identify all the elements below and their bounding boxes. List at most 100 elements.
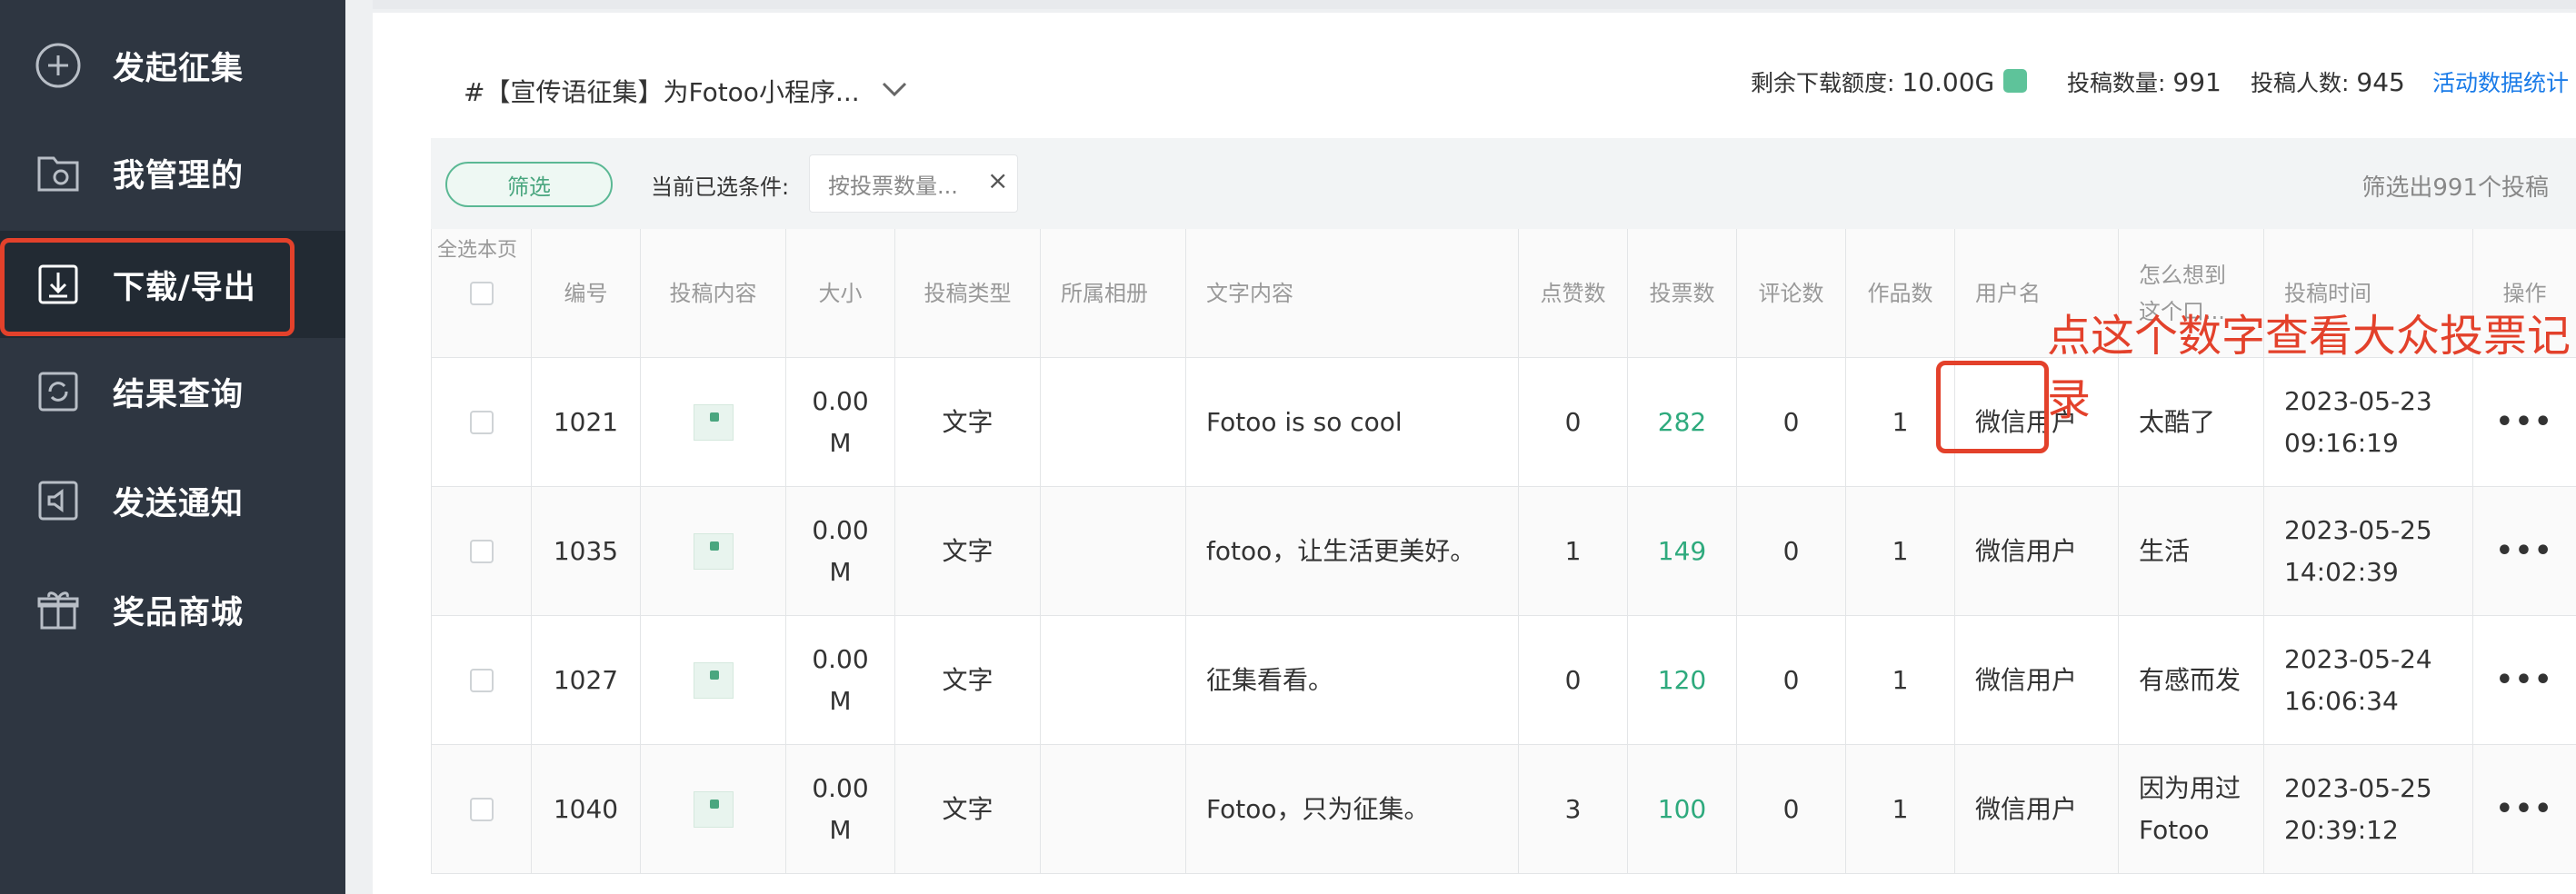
cell-text: 征集看看。 [1185, 616, 1518, 744]
table-row: 1040 0.00 M 文字 Fotoo，只为征集。 3 100 0 1 微信用… [431, 745, 2576, 874]
row-select-cell [431, 487, 531, 615]
row-checkbox[interactable] [469, 539, 494, 563]
cell-idea: 因为用过Fotoo [2118, 745, 2263, 873]
cell-works: 1 [1845, 745, 1954, 873]
chevron-down-icon[interactable] [878, 73, 914, 105]
row-select-cell [431, 358, 531, 486]
thumbnail-image[interactable] [693, 532, 734, 570]
cell-works: 1 [1845, 358, 1954, 486]
column-header: 投稿内容 [640, 229, 785, 357]
gift-icon [33, 584, 84, 635]
table-row [431, 874, 2576, 894]
quota-stat: 剩余下载额度: 10.00G [1751, 65, 1994, 98]
column-header: 所属相册 [1040, 229, 1185, 357]
cell-user: 微信用户 [1954, 616, 2118, 744]
row-checkbox[interactable] [469, 410, 494, 434]
sidebar-item-label: 发起征集 [113, 50, 245, 87]
sidebar: 发起征集 我管理的 下载/导出 结果查询 发送通知 奖品商城 [0, 0, 345, 894]
download-icon [33, 259, 84, 310]
cell-user: 微信用户 [1954, 487, 2118, 615]
sidebar-item-label: 发送通知 [113, 485, 245, 522]
row-select-cell [431, 616, 531, 744]
cell-idea: 生活 [2118, 487, 2263, 615]
column-header: 大小 [785, 229, 894, 357]
current-conditions-label: 当前已选条件: [651, 174, 790, 200]
cell-album [1040, 358, 1185, 486]
cell-text: Fotoo，只为征集。 [1185, 745, 1518, 873]
refresh-icon [33, 366, 84, 417]
sidebar-item-my-managed[interactable]: 我管理的 [0, 119, 345, 226]
plus-circle-icon [33, 40, 84, 91]
sidebar-item-send-notice[interactable]: 发送通知 [0, 447, 345, 554]
column-header: 编号 [531, 229, 640, 357]
sidebar-item-download-export[interactable]: 下载/导出 [0, 231, 345, 338]
sidebar-item-label: 奖品商城 [113, 594, 245, 631]
annotation-text: 点这个数字查看大众投票记录 [2047, 311, 2571, 425]
thumbnail-image[interactable] [693, 403, 734, 441]
close-icon[interactable]: × [987, 165, 1008, 195]
table-row: 1035 0.00 M 文字 fotoo，让生活更美好。 1 149 0 1 微… [431, 487, 2576, 616]
filter-button[interactable]: 筛选 [445, 162, 613, 207]
activity-stats-link[interactable]: 活动数据统计 [2432, 65, 2569, 98]
cell-votes: 149 [1627, 487, 1736, 615]
cell-album [1040, 487, 1185, 615]
row-select-cell [431, 745, 531, 873]
cell-actions: ••• [2472, 487, 2576, 615]
submitters-stat: 投稿人数: 945 [2251, 65, 2405, 98]
cell-comments: 0 [1736, 745, 1845, 873]
votes-link[interactable]: 100 [1658, 789, 1706, 830]
activity-title[interactable]: #【宣传语征集】为Fotoo小程序... [464, 73, 860, 109]
more-icon[interactable]: ••• [2496, 531, 2554, 572]
cell-size: 0.00 M [785, 358, 894, 486]
cell-album [1040, 745, 1185, 873]
select-all-label: 全选本页 [437, 239, 518, 262]
votes-link[interactable]: 282 [1658, 402, 1706, 443]
folder-gear-icon [33, 147, 84, 198]
quota-value: 10.00G [1902, 67, 1995, 97]
column-header: 投稿类型 [894, 229, 1040, 357]
sidebar-item-prize-mall[interactable]: 奖品商城 [0, 556, 345, 663]
select-all-cell: 全选本页 [431, 229, 531, 357]
quota-label: 剩余下载额度: [1751, 70, 1895, 96]
cell-votes: 120 [1627, 616, 1736, 744]
cell-type: 文字 [894, 745, 1040, 873]
sidebar-item-start-collection[interactable]: 发起征集 [0, 12, 345, 119]
column-header: 文字内容 [1185, 229, 1518, 357]
row-checkbox[interactable] [469, 797, 494, 821]
cell-likes: 1 [1518, 487, 1627, 615]
cell-content [640, 487, 785, 615]
submissions-stat: 投稿数量: 991 [2067, 65, 2222, 98]
shield-icon[interactable] [2003, 69, 2027, 93]
cell-album [1040, 616, 1185, 744]
thumbnail-image[interactable] [693, 661, 734, 699]
select-all-checkbox[interactable] [469, 281, 494, 305]
main-content: #【宣传语征集】为Fotoo小程序... 剩余下载额度: 10.00G 投稿数量… [345, 0, 2576, 894]
more-icon[interactable]: ••• [2496, 660, 2554, 701]
sidebar-item-result-query[interactable]: 结果查询 [0, 338, 345, 445]
votes-link[interactable]: 120 [1658, 660, 1706, 701]
submitters-label: 投稿人数: [2251, 70, 2350, 96]
cell-time: 2023-05-25 20:39:12 [2263, 745, 2472, 873]
thumbnail-image[interactable] [693, 790, 734, 828]
column-header: 作品数 [1845, 229, 1954, 357]
cell-actions: ••• [2472, 616, 2576, 744]
top-strip [373, 0, 2576, 9]
table-row: 1027 0.00 M 文字 征集看看。 0 120 0 1 微信用户 有感而发… [431, 616, 2576, 745]
sidebar-item-label: 下载/导出 [113, 269, 256, 306]
cell-user: 微信用户 [1954, 745, 2118, 873]
row-checkbox[interactable] [469, 668, 494, 692]
cell-idea: 有感而发 [2118, 616, 2263, 744]
cell-comments: 0 [1736, 616, 1845, 744]
cell-size: 0.00 M [785, 487, 894, 615]
column-header: 评论数 [1736, 229, 1845, 357]
cell-content [640, 745, 785, 873]
cell-id: 1040 [531, 745, 640, 873]
speaker-icon [33, 475, 84, 526]
cell-type: 文字 [894, 358, 1040, 486]
more-icon[interactable]: ••• [2496, 789, 2554, 830]
cell-actions: ••• [2472, 745, 2576, 873]
votes-link[interactable]: 149 [1658, 531, 1706, 572]
cell-likes: 0 [1518, 616, 1627, 744]
cell-works: 1 [1845, 487, 1954, 615]
cell-likes: 0 [1518, 358, 1627, 486]
